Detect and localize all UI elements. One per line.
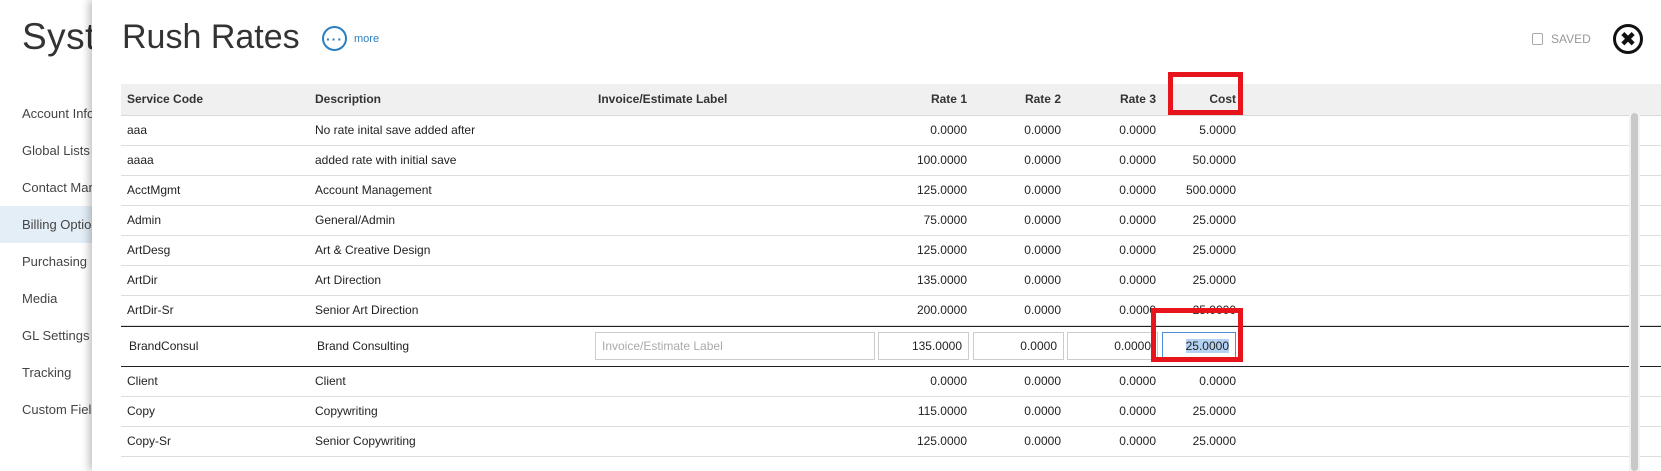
cell-desc: added rate with initial save xyxy=(315,153,457,167)
cell-rate2: 0.0000 xyxy=(1024,183,1061,197)
cell-code: Client xyxy=(127,374,158,388)
cell-code: aaa xyxy=(127,123,148,137)
background-nav-item[interactable]: GL Settings xyxy=(0,317,95,354)
cell-cost: 25.0000 xyxy=(1192,404,1236,418)
cell-rate2: 0.0000 xyxy=(1024,243,1061,257)
highlight-cost-header xyxy=(1168,72,1243,115)
cell-desc: Account Management xyxy=(315,183,432,197)
cell-cost: 25.0000 xyxy=(1192,434,1236,448)
page-title: Rush Rates xyxy=(122,18,300,56)
background-sidebar: Account Info Global Lists Contact Man Billi… xyxy=(0,95,95,428)
save-icon xyxy=(1532,33,1543,45)
background-nav-item[interactable]: Purchasing xyxy=(0,243,95,280)
cell-desc: Art Direction xyxy=(315,273,382,287)
background-nav-item[interactable]: Media xyxy=(0,280,95,317)
table-row[interactable]: aaa No rate inital save added after 0.0000… xyxy=(121,116,1661,146)
table-row-editing[interactable]: BrandConsul Brand Consulting Invoice/Estim… xyxy=(121,326,1661,367)
cell-rate2: 0.0000 xyxy=(1024,434,1061,448)
table-row[interactable]: Copy-Sr Senior Copywriting 125.0000 0.0000 0… xyxy=(121,427,1661,457)
background-nav-item[interactable]: Custom Fields xyxy=(0,391,95,428)
cell-desc: No rate inital save added after xyxy=(315,123,476,137)
cell-rate1: 0.0000 xyxy=(930,123,967,137)
cell-code: Copy xyxy=(127,404,156,418)
cell-code: ArtDir xyxy=(127,273,158,287)
cell-rate2: 0.0000 xyxy=(1024,273,1061,287)
cell-rate1: 0.0000 xyxy=(930,374,967,388)
cell-rate1: 135.0000 xyxy=(916,273,967,287)
cell-code: ArtDesg xyxy=(127,243,171,257)
saved-label: SAVED xyxy=(1551,32,1591,46)
background-nav-item[interactable]: Billing Options xyxy=(0,206,95,243)
cell-rate1: 100.0000 xyxy=(916,153,967,167)
cell-cost: 25.0000 xyxy=(1192,273,1236,287)
cell-code: AcctMgmt xyxy=(127,183,181,197)
cell-rate2: 0.0000 xyxy=(1024,374,1061,388)
more-label: more xyxy=(354,32,380,45)
cell-rate1: 125.0000 xyxy=(916,434,967,448)
rush-rates-panel: Rush Rates ··· more SAVED ✖ Service Code… xyxy=(92,0,1661,471)
cell-desc: Brand Consulting xyxy=(317,339,410,353)
cell-desc: Senior Art Direction xyxy=(315,303,419,317)
table-row[interactable]: AcctMgmt Account Management 125.0000 0.0000… xyxy=(121,176,1661,206)
cell-code: aaaa xyxy=(127,153,154,167)
cell-cost: 50.0000 xyxy=(1192,153,1236,167)
column-header-invoice-label[interactable]: Invoice/Estimate Label xyxy=(598,84,727,115)
column-header-description[interactable]: Description xyxy=(315,84,381,115)
invoice-label-input[interactable]: Invoice/Estimate Label xyxy=(595,332,875,360)
table-row[interactable]: Admin General/Admin 75.0000 0.0000 0.0000 25.… xyxy=(121,206,1661,236)
cell-cost: 5.0000 xyxy=(1199,123,1236,137)
cell-rate2: 0.0000 xyxy=(1024,303,1061,317)
table-row[interactable]: Client Client 0.0000 0.0000 0.0000 0.0000 xyxy=(121,367,1661,397)
cell-desc: Senior Copywriting xyxy=(315,434,416,448)
column-header-service-code[interactable]: Service Code xyxy=(127,84,203,115)
rate-1-input[interactable]: 135.0000 xyxy=(878,332,969,360)
rates-table: Service Code Description Invoice/Estimat… xyxy=(121,84,1661,457)
cell-rate1: 200.0000 xyxy=(916,303,967,317)
table-header: Service Code Description Invoice/Estimat… xyxy=(121,84,1661,116)
cell-rate2: 0.0000 xyxy=(1024,123,1061,137)
cell-code: Admin xyxy=(127,213,162,227)
more-button[interactable]: ··· more xyxy=(322,26,379,51)
table-row[interactable]: ArtDir-Sr Senior Art Direction 200.0000 0.0… xyxy=(121,296,1661,326)
background-nav-item[interactable]: Contact Man xyxy=(0,169,95,206)
cell-desc: Art & Creative Design xyxy=(315,243,431,257)
table-body: aaa No rate inital save added after 0.0000… xyxy=(121,116,1661,457)
cell-cost: 25.0000 xyxy=(1192,213,1236,227)
rate-3-input[interactable]: 0.0000 xyxy=(1067,332,1158,360)
highlight-cost-input xyxy=(1151,308,1243,362)
background-nav-item[interactable]: Tracking xyxy=(0,354,95,391)
column-header-rate-2[interactable]: Rate 2 xyxy=(961,84,1061,115)
background-nav-item[interactable]: Account Info xyxy=(0,95,95,132)
cell-rate1: 125.0000 xyxy=(916,183,967,197)
cell-rate1: 125.0000 xyxy=(916,243,967,257)
vertical-scrollbar[interactable] xyxy=(1629,113,1640,471)
cell-rate1: 75.0000 xyxy=(923,213,967,227)
cell-cost: 25.0000 xyxy=(1192,243,1236,257)
saved-status: SAVED xyxy=(1532,32,1591,46)
cell-cost: 0.0000 xyxy=(1199,374,1236,388)
table-row[interactable]: ArtDir Art Direction 135.0000 0.0000 0.0000 2… xyxy=(121,266,1661,296)
table-row[interactable]: Copy Copywriting 115.0000 0.0000 0.0000 25.00… xyxy=(121,397,1661,427)
table-row[interactable]: ArtDesg Art & Creative Design 125.0000 0.00… xyxy=(121,236,1661,266)
cell-rate2: 0.0000 xyxy=(1024,213,1061,227)
cell-code: BrandConsul xyxy=(129,339,199,353)
table-row[interactable]: aaaa added rate with initial save 100.0000… xyxy=(121,146,1661,176)
scrollbar-thumb[interactable] xyxy=(1631,113,1638,471)
cell-rate2: 0.0000 xyxy=(1024,153,1061,167)
cell-code: Copy-Sr xyxy=(127,434,172,448)
cell-desc: Client xyxy=(315,374,346,388)
close-icon[interactable]: ✖ xyxy=(1613,24,1643,54)
cell-rate1: 115.0000 xyxy=(917,404,967,418)
cell-code: ArtDir-Sr xyxy=(127,303,174,317)
cell-desc: Copywriting xyxy=(315,404,378,418)
rate-2-input[interactable]: 0.0000 xyxy=(973,332,1064,360)
column-header-rate-1[interactable]: Rate 1 xyxy=(867,84,967,115)
cell-rate2: 0.0000 xyxy=(1024,404,1061,418)
cell-desc: General/Admin xyxy=(315,213,396,227)
cell-cost: 500.0000 xyxy=(1185,183,1236,197)
ellipsis-icon: ··· xyxy=(322,26,347,51)
background-nav-item[interactable]: Global Lists xyxy=(0,132,95,169)
